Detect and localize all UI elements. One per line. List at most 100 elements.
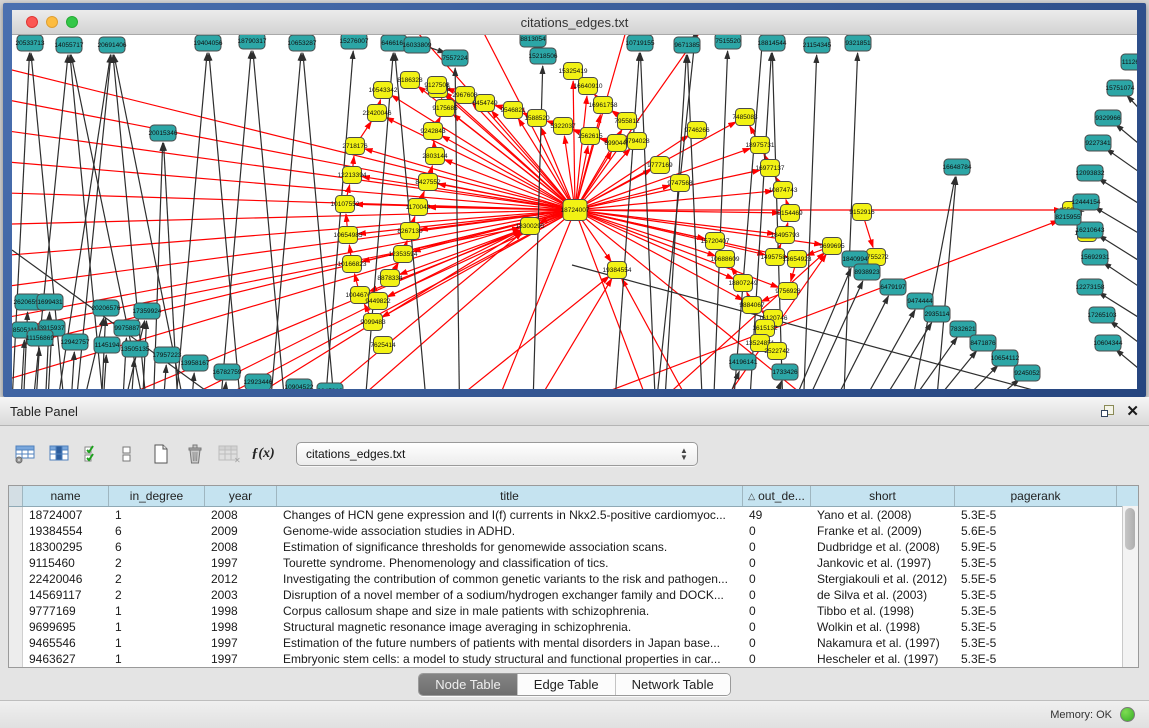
- graph-node[interactable]: 1112604: [1121, 54, 1137, 70]
- graph-node[interactable]: 8267130: [397, 223, 423, 240]
- graph-node[interactable]: 10653287: [288, 35, 317, 51]
- column-header-name[interactable]: name: [23, 486, 109, 506]
- table-row[interactable]: 969969511998Structural magnetic resonanc…: [9, 619, 1138, 635]
- graph-node[interactable]: 20206576: [92, 300, 121, 316]
- graph-node[interactable]: 1170042: [406, 199, 431, 216]
- graph-node[interactable]: 15325419: [559, 63, 588, 80]
- graph-node[interactable]: 9152916: [849, 204, 875, 221]
- select-all-icon[interactable]: [78, 440, 108, 468]
- graph-node[interactable]: 10874743: [769, 182, 798, 199]
- graph-node[interactable]: 14055717: [55, 37, 84, 53]
- graph-node[interactable]: 9884067: [739, 297, 765, 314]
- graph-node[interactable]: 12942757: [61, 334, 90, 350]
- new-column-icon[interactable]: [146, 440, 176, 468]
- graph-node[interactable]: 16977137: [756, 160, 785, 177]
- graph-node[interactable]: 9546821: [500, 102, 526, 119]
- graph-node[interactable]: 12093832: [1076, 165, 1105, 181]
- table-row[interactable]: 2242004622012Investigating the contribut…: [9, 571, 1138, 587]
- table-row[interactable]: 1872400712008Changes of HCN gene express…: [9, 507, 1138, 523]
- graph-node[interactable]: 12923446: [244, 374, 273, 389]
- graph-node[interactable]: 9777169: [647, 157, 673, 174]
- graph-node[interactable]: 18807249: [729, 275, 758, 292]
- graph-node[interactable]: 2522742: [764, 343, 790, 360]
- graph-node[interactable]: 16648784: [943, 159, 972, 175]
- graph-node[interactable]: 1562615: [577, 128, 603, 145]
- graph-node[interactable]: 9242843: [420, 123, 446, 140]
- graph-node[interactable]: 16961758: [589, 97, 618, 114]
- graph-node[interactable]: 8186328: [397, 72, 423, 89]
- graph-node[interactable]: 15720407: [701, 233, 730, 250]
- tab-edge-table[interactable]: Edge Table: [518, 674, 616, 695]
- column-header-pagerank[interactable]: pagerank: [955, 486, 1117, 506]
- graph-node[interactable]: 6479197: [880, 279, 906, 295]
- graph-node[interactable]: 9747568: [667, 175, 693, 192]
- graph-node[interactable]: 9756928: [775, 283, 801, 300]
- function-builder-icon[interactable]: ƒ(x): [248, 440, 278, 468]
- graph-node[interactable]: 17957223: [153, 347, 182, 363]
- graph-node[interactable]: 10719155: [626, 35, 655, 51]
- graph-node[interactable]: 1588520: [524, 110, 550, 127]
- graph-node[interactable]: 7515520: [715, 35, 741, 49]
- graph-node[interactable]: 10604344: [1094, 335, 1123, 351]
- graph-node[interactable]: 9245012: [317, 383, 343, 389]
- graph-node[interactable]: 1733426: [772, 364, 798, 380]
- graph-node[interactable]: 14196141: [729, 354, 758, 370]
- column-header-out_de[interactable]: △out_de...: [743, 486, 811, 506]
- graph-node[interactable]: 13958167: [181, 355, 210, 371]
- graph-node[interactable]: 12444154: [1072, 194, 1101, 210]
- graph-node[interactable]: 2718176: [342, 138, 368, 155]
- graph-node[interactable]: 17359924: [133, 303, 162, 319]
- column-header-year[interactable]: year: [205, 486, 277, 506]
- graph-node[interactable]: 9746266: [684, 122, 710, 139]
- row-list-icon[interactable]: [112, 440, 142, 468]
- table-selector-dropdown[interactable]: citations_edges.txt ▲▼: [296, 442, 698, 466]
- graph-node[interactable]: 13505135: [121, 341, 150, 357]
- graph-node[interactable]: 9699695: [819, 238, 845, 255]
- graph-node[interactable]: 17265103: [1088, 307, 1117, 323]
- column-header-in_degree[interactable]: in_degree: [109, 486, 205, 506]
- graph-node[interactable]: 9099483: [360, 314, 386, 331]
- graph-node[interactable]: 7485083: [732, 109, 758, 126]
- table-row[interactable]: 946554611997Estimation of the future num…: [9, 635, 1138, 651]
- graph-node[interactable]: 10107552: [331, 196, 360, 213]
- graph-node[interactable]: 15751074: [1106, 80, 1135, 96]
- graph-node[interactable]: 9154469: [777, 205, 803, 222]
- table-row[interactable]: 911546021997Tourette syndrome. Phenomeno…: [9, 555, 1138, 571]
- graph-node[interactable]: 10654112: [991, 350, 1020, 366]
- graph-node[interactable]: 15276007: [340, 35, 369, 49]
- table-row[interactable]: 1830029562008Estimation of significance …: [9, 539, 1138, 555]
- graph-node[interactable]: 1145194: [94, 337, 120, 353]
- graph-node[interactable]: 9245052: [1014, 365, 1040, 381]
- graph-node[interactable]: 8454749: [472, 95, 498, 112]
- graph-node[interactable]: 9449822: [365, 293, 391, 310]
- graph-node[interactable]: 10166823: [338, 256, 367, 273]
- close-panel-icon[interactable]: ✕: [1126, 404, 1139, 419]
- graph-node[interactable]: 10688609: [711, 251, 740, 268]
- scrollbar-thumb[interactable]: [1125, 508, 1135, 550]
- graph-node[interactable]: 11156869: [26, 330, 54, 346]
- table-row[interactable]: 977716911998Corpus callosum shape and si…: [9, 603, 1138, 619]
- graph-node[interactable]: 8938923: [854, 264, 880, 280]
- graph-node[interactable]: 10904522: [285, 379, 314, 389]
- graph-node[interactable]: 1615132: [752, 320, 778, 337]
- column-header-short[interactable]: short: [811, 486, 955, 506]
- graph-node[interactable]: 18814544: [758, 35, 787, 51]
- graph-node[interactable]: 8215955: [1055, 209, 1081, 225]
- graph-node[interactable]: 9329966: [1095, 110, 1121, 126]
- citation-network-graph[interactable]: 1054334222420046271817612213394101075521…: [12, 35, 1137, 389]
- graph-node[interactable]: 1699431: [37, 294, 63, 310]
- select-columns-icon[interactable]: [44, 440, 74, 468]
- graph-node[interactable]: 7832621: [950, 321, 976, 337]
- graph-node[interactable]: 5322037: [550, 118, 576, 135]
- graph-node[interactable]: 19384554: [603, 262, 632, 279]
- graph-node[interactable]: 19404056: [194, 35, 223, 51]
- graph-node[interactable]: 7625414: [370, 337, 396, 354]
- tab-node-table[interactable]: Node Table: [419, 674, 518, 695]
- graph-node[interactable]: 8813054: [520, 35, 546, 47]
- graph-node[interactable]: 9127508: [424, 77, 450, 94]
- graph-node[interactable]: 8878334: [377, 270, 403, 287]
- graph-node[interactable]: 12273158: [1076, 279, 1105, 295]
- graph-node[interactable]: 8471876: [970, 335, 996, 351]
- graph-node[interactable]: 7557224: [442, 50, 468, 66]
- float-panel-icon[interactable]: [1101, 405, 1114, 418]
